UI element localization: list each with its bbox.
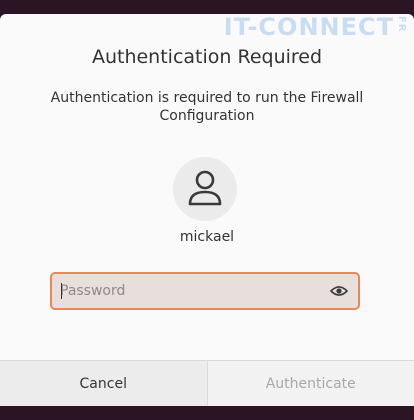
authenticate-button[interactable]: Authenticate (207, 361, 414, 406)
eye-icon[interactable] (330, 283, 348, 299)
dialog-title: Authentication Required (91, 46, 323, 68)
person-icon (188, 170, 222, 206)
password-field[interactable] (50, 272, 360, 310)
password-input[interactable] (60, 274, 320, 308)
watermark-suffix: FR (396, 16, 407, 33)
avatar (173, 157, 237, 221)
auth-dialog: IT-CONNECT FR Authentication Required Au… (0, 14, 414, 406)
dialog-message: Authentication is required to run the Fi… (50, 90, 364, 124)
text-caret (61, 283, 62, 299)
button-bar: Cancel Authenticate (0, 360, 414, 406)
cancel-button[interactable]: Cancel (0, 361, 208, 406)
watermark-logo: IT-CONNECT FR (223, 14, 407, 41)
username-label: mickael (179, 229, 235, 245)
watermark-text: IT-CONNECT (223, 14, 394, 41)
